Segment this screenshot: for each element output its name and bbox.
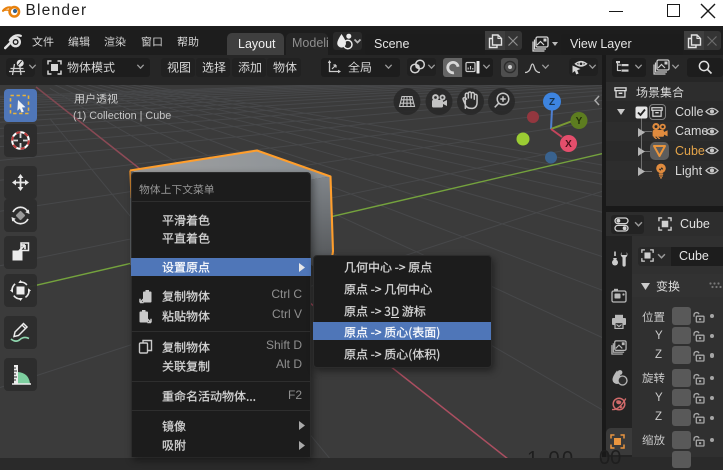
svg-text:Y: Y	[576, 116, 583, 127]
svg-text:1.00: 1.00	[527, 448, 576, 458]
svg-text:Z: Z	[549, 97, 555, 108]
svg-text:X: X	[565, 139, 572, 150]
